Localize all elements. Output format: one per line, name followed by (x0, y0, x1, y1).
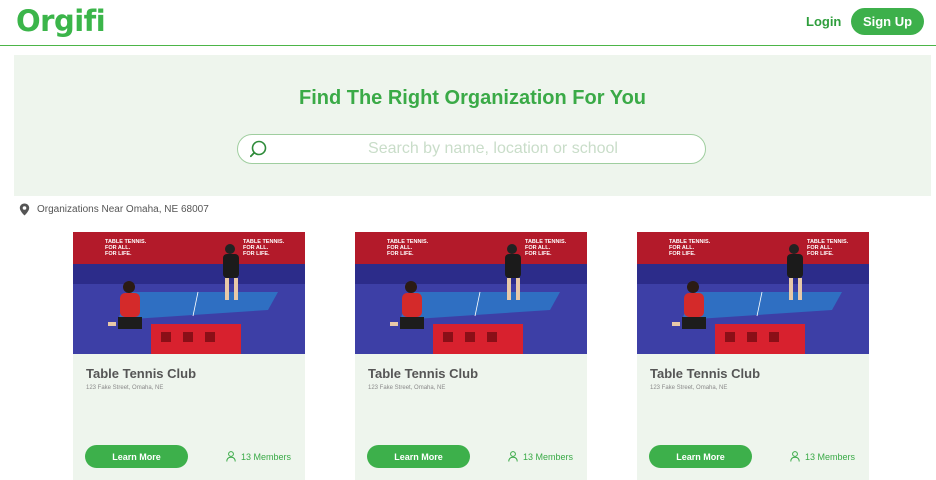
svg-text:FOR LIFE.: FOR LIFE. (807, 251, 834, 257)
members-count: 13 Members (508, 451, 573, 462)
search-input[interactable] (288, 138, 698, 160)
card-address: 123 Fake Street, Omaha, NE (650, 385, 728, 391)
card-image[interactable]: TABLE TENNIS. FOR ALL. FOR LIFE. TABLE T… (637, 232, 869, 354)
sign-up-button[interactable]: Sign Up (851, 8, 924, 35)
hero-title: Find The Right Organization For You (298, 87, 646, 109)
learn-more-button[interactable]: Learn More (85, 445, 188, 468)
location-row: Organizations Near Omaha, NE 68007 (19, 203, 209, 216)
members-label: 13 Members (241, 451, 292, 462)
card-image[interactable]: TABLE TENNIS. FOR ALL. FOR LIFE. TABLE T… (355, 232, 587, 354)
members-label: 13 Members (805, 451, 856, 462)
svg-text:FOR LIFE.: FOR LIFE. (669, 251, 696, 257)
card-image[interactable]: TABLE TENNIS. FOR ALL. FOR LIFE. TABLE T… (73, 232, 305, 354)
card-address: 123 Fake Street, Omaha, NE (86, 385, 164, 391)
card-title[interactable]: Table Tennis Club (86, 366, 196, 381)
members-count: 13 Members (790, 451, 855, 462)
logo[interactable]: Orgifi (16, 4, 106, 38)
person-icon (226, 451, 236, 462)
search-icon[interactable] (250, 139, 272, 161)
card-title[interactable]: Table Tennis Club (650, 366, 760, 381)
person-icon (508, 451, 518, 462)
organization-card[interactable]: TABLE TENNIS. FOR ALL. FOR LIFE. TABLE T… (637, 232, 869, 480)
svg-text:FOR LIFE.: FOR LIFE. (525, 251, 552, 257)
search-bar[interactable] (237, 134, 706, 164)
svg-text:FOR LIFE.: FOR LIFE. (243, 251, 270, 257)
organization-card[interactable]: TABLE TENNIS. FOR ALL. FOR LIFE. TABLE T… (73, 232, 305, 480)
members-count: 13 Members (226, 451, 291, 462)
svg-text:FOR LIFE.: FOR LIFE. (105, 251, 132, 257)
map-pin-icon (19, 203, 30, 216)
card-title[interactable]: Table Tennis Club (368, 366, 478, 381)
card-address: 123 Fake Street, Omaha, NE (368, 385, 446, 391)
organization-card[interactable]: TABLE TENNIS. FOR ALL. FOR LIFE. TABLE T… (355, 232, 587, 480)
location-text: Organizations Near Omaha, NE 68007 (37, 204, 209, 215)
login-link[interactable]: Login (806, 14, 841, 29)
learn-more-button[interactable]: Learn More (367, 445, 470, 468)
learn-more-button[interactable]: Learn More (649, 445, 752, 468)
person-icon (790, 451, 800, 462)
hero-section: Find The Right Organization For You (14, 55, 931, 196)
top-header: Orgifi Login Sign Up (0, 0, 936, 46)
members-label: 13 Members (523, 451, 574, 462)
svg-text:FOR LIFE.: FOR LIFE. (387, 251, 414, 257)
